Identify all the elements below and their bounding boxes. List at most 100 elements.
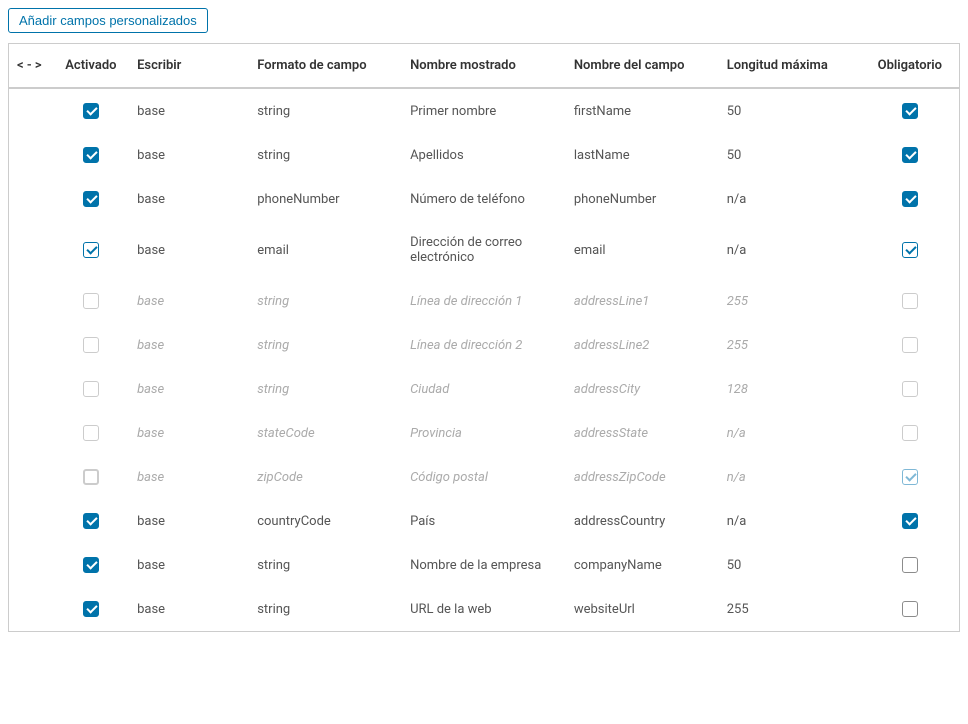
table-row[interactable]: basephoneNumberNúmero de teléfonophoneNu…: [9, 177, 959, 221]
header-formato: Formato de campo: [249, 44, 402, 88]
activado-checkbox[interactable]: [83, 103, 99, 119]
nombre-mostrado-cell: Línea de dirección 2: [402, 323, 566, 367]
obligatorio-checkbox[interactable]: [902, 469, 918, 485]
nombre-campo-cell: addressCity: [566, 367, 719, 411]
nombre-campo-cell: addressState: [566, 411, 719, 455]
formato-cell: string: [249, 543, 402, 587]
escribir-cell: base: [129, 88, 249, 133]
obligatorio-cell: [861, 177, 959, 221]
table-row[interactable]: basestringApellidoslastName50: [9, 133, 959, 177]
escribir-cell: base: [129, 499, 249, 543]
drag-handle-cell[interactable]: [9, 455, 53, 499]
activado-checkbox[interactable]: [83, 337, 99, 353]
table-row[interactable]: basestringURL de la webwebsiteUrl255: [9, 587, 959, 631]
header-nombre-campo: Nombre del campo: [566, 44, 719, 88]
longitud-cell: 50: [719, 88, 861, 133]
table-row[interactable]: baseemailDirección de correo electrónico…: [9, 221, 959, 279]
nombre-mostrado-cell: Número de teléfono: [402, 177, 566, 221]
obligatorio-checkbox[interactable]: [902, 191, 918, 207]
drag-handle-cell[interactable]: [9, 88, 53, 133]
activado-cell: [53, 323, 129, 367]
drag-handle-cell[interactable]: [9, 221, 53, 279]
obligatorio-cell: [861, 323, 959, 367]
drag-handle-cell[interactable]: [9, 323, 53, 367]
drag-handle-cell[interactable]: [9, 499, 53, 543]
activado-checkbox[interactable]: [83, 601, 99, 617]
drag-handle-cell[interactable]: [9, 367, 53, 411]
obligatorio-checkbox[interactable]: [902, 103, 918, 119]
obligatorio-cell: [861, 499, 959, 543]
table-row[interactable]: basestateCodeProvinciaaddressStaten/a: [9, 411, 959, 455]
obligatorio-checkbox[interactable]: [902, 242, 918, 258]
obligatorio-cell: [861, 221, 959, 279]
formato-cell: string: [249, 323, 402, 367]
nombre-campo-cell: websiteUrl: [566, 587, 719, 631]
obligatorio-cell: [861, 133, 959, 177]
table-row[interactable]: basestringLínea de dirección 2addressLin…: [9, 323, 959, 367]
activado-checkbox[interactable]: [83, 242, 99, 258]
table-header-row: < - > Activado Escribir Formato de campo…: [9, 44, 959, 88]
drag-handle-cell[interactable]: [9, 177, 53, 221]
activado-checkbox[interactable]: [83, 469, 99, 485]
table-row[interactable]: basestringPrimer nombrefirstName50: [9, 88, 959, 133]
table-row[interactable]: basestringLínea de dirección 1addressLin…: [9, 279, 959, 323]
drag-handle-cell[interactable]: [9, 411, 53, 455]
activado-cell: [53, 587, 129, 631]
escribir-cell: base: [129, 411, 249, 455]
formato-cell: string: [249, 587, 402, 631]
escribir-cell: base: [129, 133, 249, 177]
formato-cell: string: [249, 133, 402, 177]
drag-handle-cell[interactable]: [9, 543, 53, 587]
table-row[interactable]: basezipCodeCódigo postaladdressZipCoden/…: [9, 455, 959, 499]
formato-cell: string: [249, 367, 402, 411]
formato-cell: string: [249, 279, 402, 323]
nombre-campo-cell: phoneNumber: [566, 177, 719, 221]
obligatorio-checkbox[interactable]: [902, 147, 918, 163]
drag-handle-cell[interactable]: [9, 279, 53, 323]
escribir-cell: base: [129, 323, 249, 367]
activado-checkbox[interactable]: [83, 425, 99, 441]
obligatorio-checkbox[interactable]: [902, 425, 918, 441]
obligatorio-checkbox[interactable]: [902, 601, 918, 617]
obligatorio-checkbox[interactable]: [902, 381, 918, 397]
obligatorio-checkbox[interactable]: [902, 513, 918, 529]
escribir-cell: base: [129, 177, 249, 221]
nombre-mostrado-cell: Provincia: [402, 411, 566, 455]
obligatorio-checkbox[interactable]: [902, 293, 918, 309]
obligatorio-cell: [861, 279, 959, 323]
nombre-mostrado-cell: Primer nombre: [402, 88, 566, 133]
escribir-cell: base: [129, 543, 249, 587]
header-nombre-mostrado: Nombre mostrado: [402, 44, 566, 88]
table-row[interactable]: basecountryCodePaísaddressCountryn/a: [9, 499, 959, 543]
nombre-mostrado-cell: Línea de dirección 1: [402, 279, 566, 323]
nombre-campo-cell: companyName: [566, 543, 719, 587]
activado-checkbox[interactable]: [83, 513, 99, 529]
formato-cell: phoneNumber: [249, 177, 402, 221]
longitud-cell: 128: [719, 367, 861, 411]
activado-cell: [53, 279, 129, 323]
header-drag: < - >: [9, 44, 53, 88]
drag-handle-cell[interactable]: [9, 133, 53, 177]
escribir-cell: base: [129, 221, 249, 279]
header-activado: Activado: [53, 44, 129, 88]
table-row[interactable]: basestringNombre de la empresacompanyNam…: [9, 543, 959, 587]
activado-checkbox[interactable]: [83, 293, 99, 309]
obligatorio-cell: [861, 411, 959, 455]
activado-checkbox[interactable]: [83, 191, 99, 207]
nombre-campo-cell: email: [566, 221, 719, 279]
nombre-campo-cell: firstName: [566, 88, 719, 133]
longitud-cell: 50: [719, 543, 861, 587]
header-longitud: Longitud máxima: [719, 44, 861, 88]
obligatorio-checkbox[interactable]: [902, 557, 918, 573]
longitud-cell: 255: [719, 279, 861, 323]
obligatorio-checkbox[interactable]: [902, 337, 918, 353]
add-custom-fields-button[interactable]: Añadir campos personalizados: [8, 8, 208, 33]
activado-checkbox[interactable]: [83, 147, 99, 163]
activado-checkbox[interactable]: [83, 557, 99, 573]
activado-checkbox[interactable]: [83, 381, 99, 397]
drag-handle-cell[interactable]: [9, 587, 53, 631]
table-row[interactable]: basestringCiudadaddressCity128: [9, 367, 959, 411]
nombre-mostrado-cell: Nombre de la empresa: [402, 543, 566, 587]
longitud-cell: n/a: [719, 455, 861, 499]
formato-cell: string: [249, 88, 402, 133]
